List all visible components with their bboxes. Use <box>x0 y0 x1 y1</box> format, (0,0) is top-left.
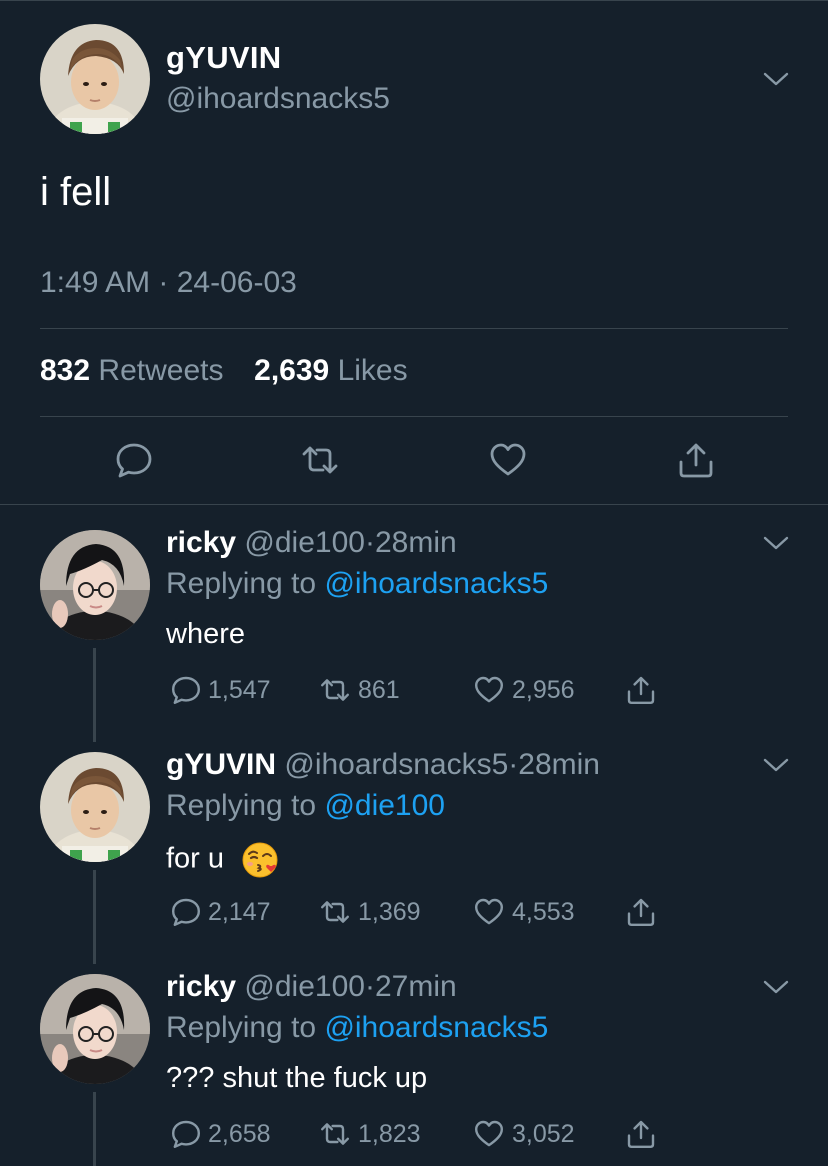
reply-author-handle[interactable]: @ihoardsnacks5 <box>284 748 508 781</box>
like-count-button[interactable]: 3,052 <box>472 1118 575 1150</box>
mention-link[interactable]: @die100 <box>324 789 445 822</box>
reply-icon <box>172 898 200 926</box>
reply-time[interactable]: 28min <box>375 526 457 559</box>
separator-dot: · <box>364 970 375 1003</box>
replying-to-label: Replying to <box>166 789 317 822</box>
avatar[interactable] <box>40 530 150 640</box>
reply-count-button[interactable]: 2,147 <box>170 896 271 928</box>
like-count-button[interactable]: 4,553 <box>472 896 575 928</box>
like-icon <box>475 676 503 703</box>
reply-author-name[interactable]: ricky <box>166 970 236 1003</box>
divider <box>40 416 788 417</box>
reply-author-name[interactable]: ricky <box>166 526 236 559</box>
reply-count: 2,147 <box>208 897 271 926</box>
retweets-count[interactable]: 832 <box>40 354 90 387</box>
replying-to-label: Replying to <box>166 567 317 600</box>
retweet-icon[interactable] <box>300 440 340 480</box>
reply-header: ricky @die100·27min <box>166 970 457 1004</box>
reply-icon[interactable] <box>114 440 154 480</box>
reply-action-bar: 1,547 861 2,956 <box>166 674 666 708</box>
thread-line <box>93 1092 96 1166</box>
replying-to: Replying to @ihoardsnacks5 <box>166 1011 548 1045</box>
avatar[interactable] <box>40 752 150 862</box>
share-icon[interactable] <box>624 1118 658 1150</box>
retweet-icon <box>321 1123 349 1145</box>
like-count: 3,052 <box>512 1119 575 1148</box>
replying-to: Replying to @ihoardsnacks5 <box>166 567 548 601</box>
chevron-down-icon[interactable] <box>762 534 790 552</box>
retweets-label[interactable]: Retweets <box>98 354 223 387</box>
tweet-text: i fell <box>40 170 112 214</box>
reply-count-button[interactable]: 2,658 <box>170 1118 271 1150</box>
reply-count: 1,547 <box>208 675 271 704</box>
reply-icon <box>172 676 200 704</box>
like-icon <box>475 1120 503 1147</box>
like-count: 4,553 <box>512 897 575 926</box>
replying-to: Replying to @die100 <box>166 789 445 823</box>
reply-text: where <box>166 618 245 650</box>
chevron-down-icon[interactable] <box>762 978 790 996</box>
retweet-count: 861 <box>358 675 400 704</box>
separator-dot: · <box>364 526 375 559</box>
reply-header: gYUVIN @ihoardsnacks5·28min <box>166 748 600 782</box>
separator-dot: · <box>508 748 519 781</box>
likes-count[interactable]: 2,639 <box>254 354 329 387</box>
mention-link[interactable]: @ihoardsnacks5 <box>324 567 548 600</box>
reply-time[interactable]: 27min <box>375 970 457 1003</box>
retweet-count: 1,823 <box>358 1119 421 1148</box>
share-icon[interactable] <box>624 896 658 928</box>
chevron-down-icon[interactable] <box>762 756 790 774</box>
reply-text-container: for u <box>166 840 280 880</box>
reply-text: for u <box>166 842 225 875</box>
retweet-icon <box>321 679 349 701</box>
author-name[interactable]: gYUVIN <box>166 40 281 76</box>
reply-author-name[interactable]: gYUVIN <box>166 748 276 781</box>
avatar[interactable] <box>40 24 150 134</box>
reply-text: ??? shut the fuck up <box>166 1062 428 1094</box>
retweet-count-button[interactable]: 1,369 <box>318 896 421 928</box>
retweet-count-button[interactable]: 861 <box>318 674 400 706</box>
reply-time[interactable]: 28min <box>518 748 600 781</box>
chevron-down-icon[interactable] <box>762 70 790 88</box>
divider <box>0 504 828 505</box>
retweet-count-button[interactable]: 1,823 <box>318 1118 421 1150</box>
share-icon[interactable] <box>624 674 658 706</box>
reply-author-handle[interactable]: @die100 <box>244 526 365 559</box>
retweet-icon <box>321 901 349 923</box>
kiss-emoji-icon <box>242 842 278 878</box>
likes-label[interactable]: Likes <box>338 354 408 387</box>
reply-count: 2,658 <box>208 1119 271 1148</box>
reply-author-handle[interactable]: @die100 <box>244 970 365 1003</box>
tweet-stats: 832 Retweets 2,639 Likes <box>40 354 408 388</box>
like-icon <box>475 898 503 925</box>
divider <box>40 328 788 329</box>
like-count-button[interactable]: 2,956 <box>472 674 575 706</box>
like-icon[interactable] <box>488 440 528 480</box>
share-icon[interactable] <box>676 440 716 480</box>
tweet-timestamp[interactable]: 1:49 AM · 24-06-03 <box>40 266 297 300</box>
reply-header: ricky @die100·28min <box>166 526 457 560</box>
reply-count-button[interactable]: 1,547 <box>170 674 271 706</box>
reply-action-bar: 2,658 1,823 3,052 <box>166 1118 666 1152</box>
thread-line <box>93 870 96 964</box>
mention-link[interactable]: @ihoardsnacks5 <box>324 1011 548 1044</box>
like-count: 2,956 <box>512 675 575 704</box>
reply-action-bar: 2,147 1,369 4,553 <box>166 896 666 930</box>
author-handle[interactable]: @ihoardsnacks5 <box>166 82 390 116</box>
replying-to-label: Replying to <box>166 1011 317 1044</box>
top-border <box>0 0 828 1</box>
reply-icon <box>172 1120 200 1148</box>
avatar[interactable] <box>40 974 150 1084</box>
thread-line <box>93 648 96 742</box>
retweet-count: 1,369 <box>358 897 421 926</box>
